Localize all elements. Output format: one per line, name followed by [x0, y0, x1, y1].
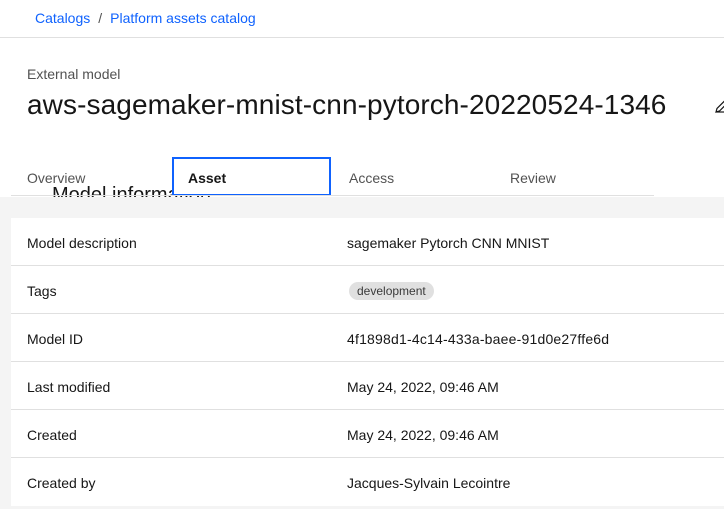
breadcrumb-catalogs-link[interactable]: Catalogs	[35, 10, 90, 26]
header-divider	[0, 37, 724, 38]
detail-row-model-id: Model ID 4f1898d1-4c14-433a-baee-91d0e27…	[11, 314, 724, 362]
detail-row-tags: Tags development	[11, 266, 724, 314]
detail-value: 4f1898d1-4c14-433a-baee-91d0e27ffe6d	[347, 331, 610, 347]
tab-access[interactable]: Access	[333, 157, 493, 196]
detail-row-created-by: Created by Jacques-Sylvain Lecointre	[11, 458, 724, 506]
tab-overview[interactable]: Overview	[11, 157, 171, 196]
page-header: Catalogs / Platform assets catalog Externa…	[0, 0, 724, 197]
breadcrumb-platform-assets-catalog-link[interactable]: Platform assets catalog	[110, 10, 256, 26]
asset-content: Model description sagemaker Pytorch CNN …	[0, 197, 724, 509]
tag-development[interactable]: development	[349, 282, 434, 300]
breadcrumb-separator: /	[98, 10, 103, 26]
detail-row-last-modified: Last modified May 24, 2022, 09:46 AM	[11, 362, 724, 410]
detail-label: Model ID	[27, 331, 84, 347]
tab-list: Overview Asset Access Review	[11, 157, 654, 196]
detail-label: Created	[27, 427, 77, 443]
breadcrumb: Catalogs / Platform assets catalog	[35, 10, 256, 26]
detail-label: Created by	[27, 475, 96, 491]
detail-value: May 24, 2022, 09:46 AM	[347, 379, 499, 395]
tab-asset[interactable]: Asset	[172, 157, 331, 196]
detail-label: Tags	[27, 283, 57, 299]
asset-title: aws-sagemaker-mnist-cnn-pytorch-20220524…	[27, 89, 667, 120]
model-details-table: Model description sagemaker Pytorch CNN …	[11, 218, 724, 506]
detail-value: sagemaker Pytorch CNN MNIST	[347, 235, 550, 251]
asset-type-label: External model	[27, 66, 121, 82]
tabs-baseline	[11, 195, 654, 196]
asset-details-page: Catalogs / Platform assets catalog Externa…	[0, 0, 724, 509]
detail-value: Jacques-Sylvain Lecointre	[347, 475, 511, 491]
detail-label: Last modified	[27, 379, 111, 395]
detail-row-model-description: Model description sagemaker Pytorch CNN …	[11, 218, 724, 266]
detail-label: Model description	[27, 235, 137, 251]
tab-review[interactable]: Review	[494, 157, 654, 196]
detail-row-created: Created May 24, 2022, 09:46 AM	[11, 410, 724, 458]
pencil-icon[interactable]	[714, 98, 724, 114]
detail-value: May 24, 2022, 09:46 AM	[347, 427, 499, 443]
